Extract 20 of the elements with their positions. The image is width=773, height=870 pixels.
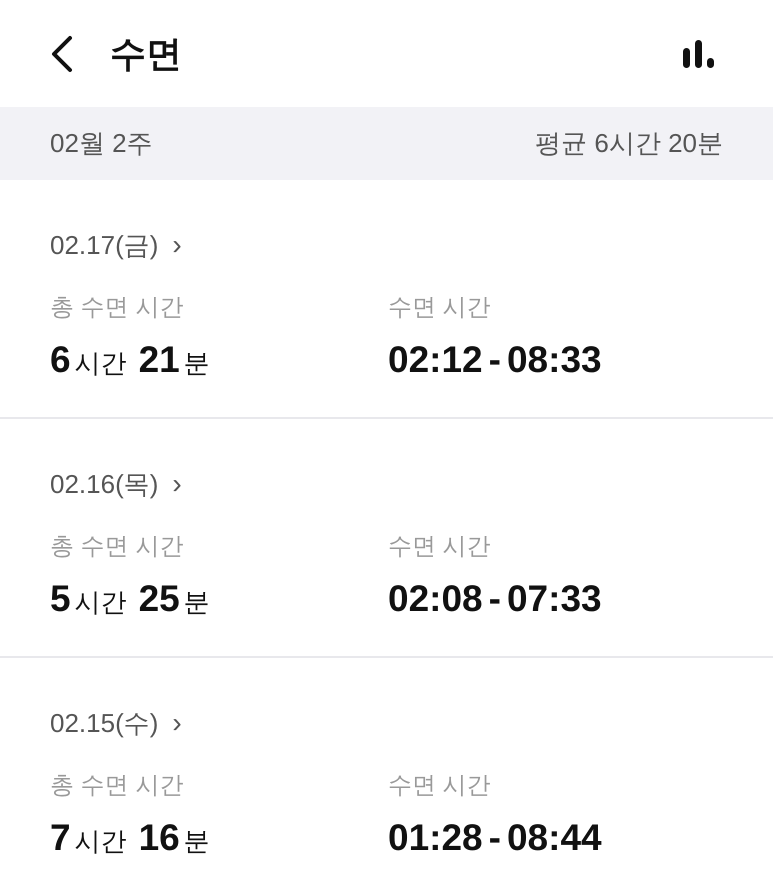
average-sleep: 평균 6시간 20분 [535,127,723,160]
back-icon [50,34,74,74]
total-sleep-value: 7 시간 16 분 [50,816,211,860]
sleep-time-range: 01:28 - 08:44 [388,816,602,860]
total-sleep-label: 총 수면 시간 [50,771,184,801]
sleep-time-label: 수면 시간 [388,293,492,323]
date-link[interactable]: 02.16(목) › [50,463,182,505]
sleep-time-label: 수면 시간 [388,771,492,801]
page-title: 수면 [110,32,182,76]
sleep-time-range: 02:12 - 08:33 [388,338,602,382]
sleep-time-range: 02:08 - 07:33 [388,577,602,621]
total-sleep-value: 5 시간 25 분 [50,577,211,621]
total-sleep-label: 총 수면 시간 [50,532,184,562]
total-sleep-value: 6 시간 21 분 [50,338,211,382]
bar-chart-icon [682,40,716,68]
total-sleep-label: 총 수면 시간 [50,293,184,323]
week-label: 02월 2주 [50,127,153,160]
sleep-time-label: 수면 시간 [388,532,492,562]
date-link[interactable]: 02.15(수) › [50,702,182,744]
date-link[interactable]: 02.17(금) › [50,224,182,266]
